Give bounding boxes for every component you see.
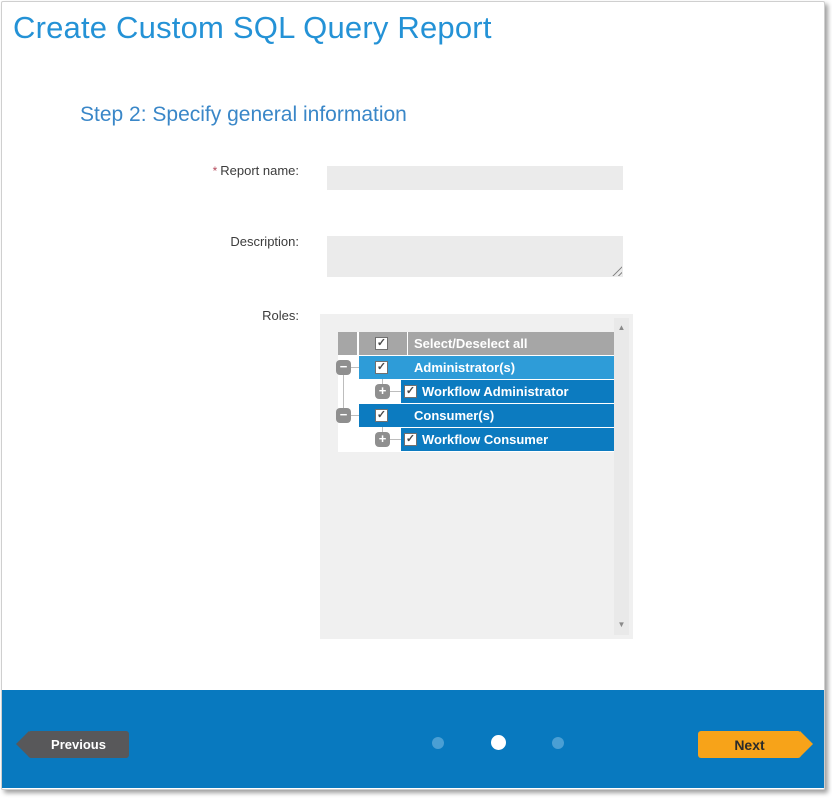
description-label: Description:: [102, 234, 299, 249]
header-separator: [407, 332, 408, 355]
checkbox[interactable]: ✓: [375, 409, 388, 422]
checkbox[interactable]: ✓: [404, 433, 417, 446]
step-heading: Step 2: Specify general information: [80, 103, 407, 127]
report-name-label: *Report name:: [102, 163, 299, 178]
expand-icon[interactable]: +: [375, 384, 390, 399]
roles-panel: ✓ Select/Deselect all − + − + ✓ Administ…: [320, 314, 633, 639]
page-title: Create Custom SQL Query Report: [13, 10, 492, 46]
page-dot[interactable]: [552, 737, 564, 749]
tree-row-label: Consumer(s): [414, 408, 494, 423]
tree-row-label: Administrator(s): [414, 360, 515, 375]
tree-line: [390, 391, 401, 392]
tree-line: [351, 415, 359, 416]
tree-row-label: Workflow Administrator: [422, 384, 569, 399]
expand-icon[interactable]: +: [375, 432, 390, 447]
tree-line: [351, 367, 359, 368]
select-all-label: Select/Deselect all: [414, 336, 527, 351]
tree-row-consumers[interactable]: ✓ Consumer(s): [359, 404, 614, 427]
checkbox[interactable]: ✓: [404, 385, 417, 398]
checkbox[interactable]: ✓: [375, 361, 388, 374]
page-dot-active[interactable]: [491, 735, 506, 750]
page-dot[interactable]: [432, 737, 444, 749]
step-pagination: [2, 735, 824, 751]
wizard-window: Create Custom SQL Query Report Step 2: S…: [1, 1, 825, 790]
report-name-label-text: Report name:: [220, 163, 299, 178]
tree-row-administrators[interactable]: ✓ Administrator(s): [359, 356, 614, 379]
scrollbar[interactable]: ▲ ▼: [614, 318, 629, 635]
roles-header-gutter: [338, 332, 357, 355]
description-input[interactable]: [327, 236, 623, 277]
scroll-up-icon[interactable]: ▲: [614, 320, 629, 336]
tree-row-workflow-consumer[interactable]: ✓ Workflow Consumer: [401, 428, 614, 451]
required-marker: *: [213, 164, 218, 178]
tree-line: [390, 439, 401, 440]
roles-label: Roles:: [102, 308, 299, 323]
select-all-checkbox[interactable]: ✓: [375, 337, 388, 350]
tree-row-label: Workflow Consumer: [422, 432, 548, 447]
tree-row-workflow-administrator[interactable]: ✓ Workflow Administrator: [401, 380, 614, 403]
scroll-down-icon[interactable]: ▼: [614, 617, 629, 633]
roles-header-row: ✓ Select/Deselect all: [359, 332, 614, 355]
report-name-input[interactable]: [327, 166, 623, 190]
tree-line: [343, 375, 344, 408]
collapse-icon[interactable]: −: [336, 360, 351, 375]
collapse-icon[interactable]: −: [336, 408, 351, 423]
roles-tree: ✓ Select/Deselect all − + − + ✓ Administ…: [338, 332, 614, 452]
